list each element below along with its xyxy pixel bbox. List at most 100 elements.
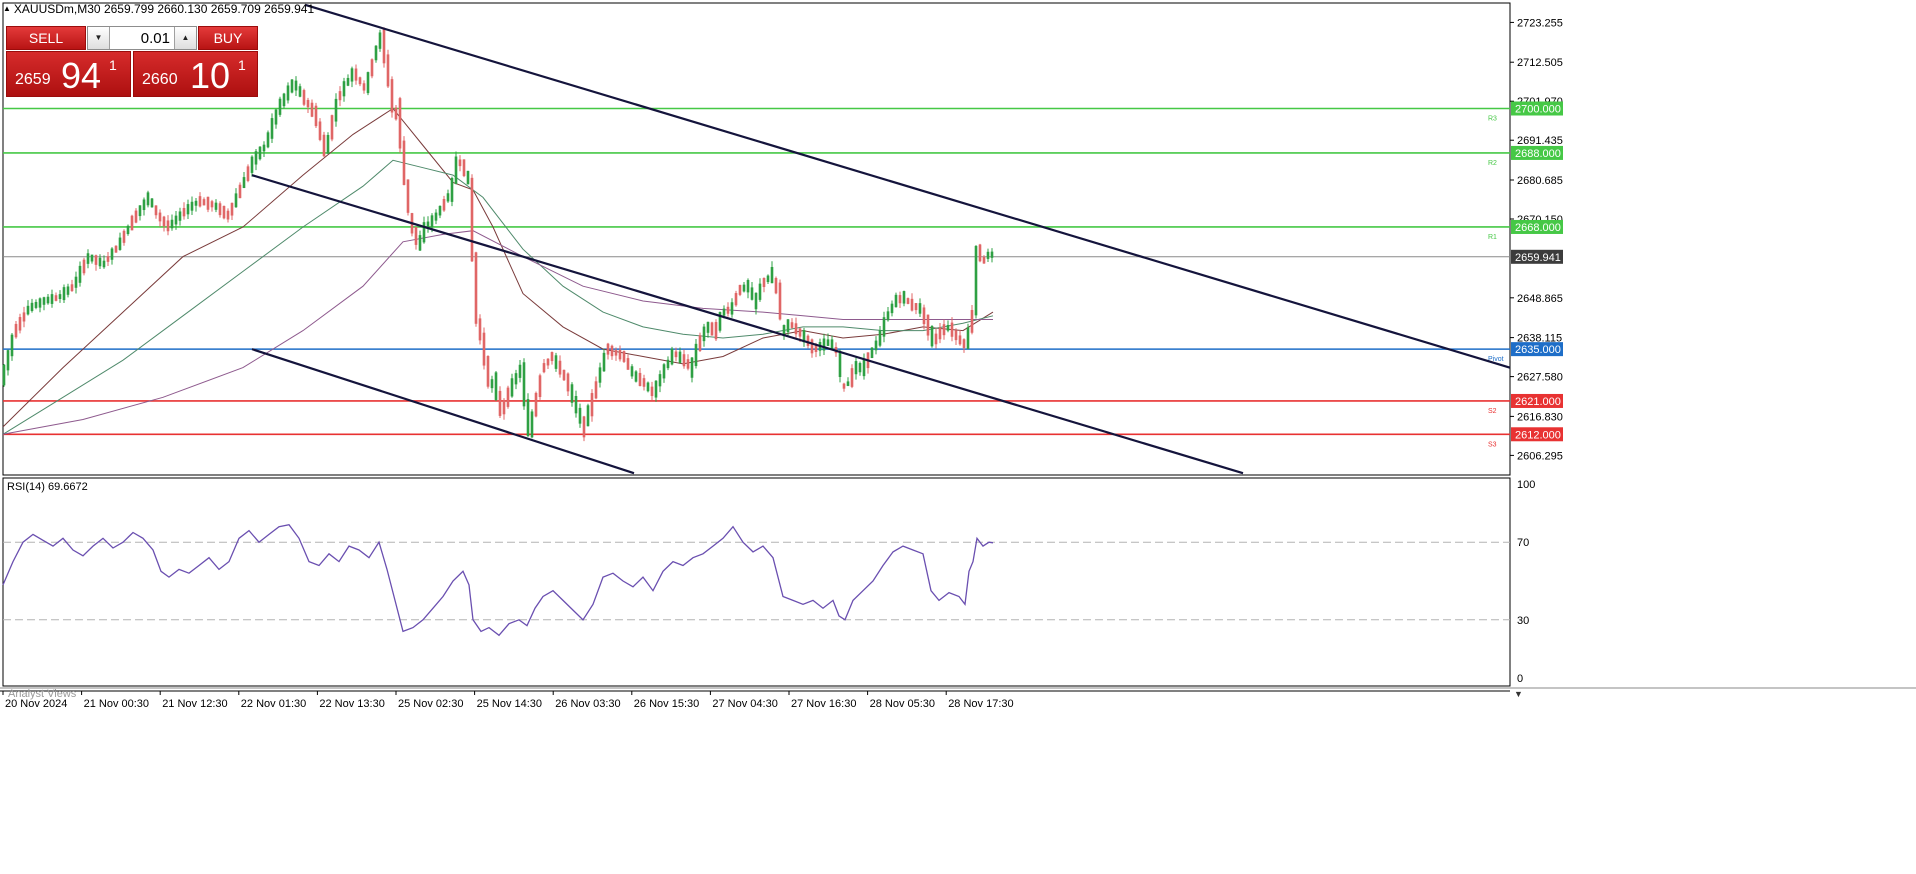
candle-body bbox=[946, 325, 950, 331]
candle-body bbox=[934, 333, 938, 345]
ask-price-box[interactable]: 2660 10 1 bbox=[133, 51, 258, 97]
candle-body bbox=[470, 177, 474, 262]
bid-price-box[interactable]: 2659 94 1 bbox=[6, 51, 131, 97]
level-price-label: 2668.000 bbox=[1515, 222, 1561, 234]
candle-body bbox=[374, 45, 378, 61]
candle-body bbox=[394, 107, 398, 120]
candle-body bbox=[590, 393, 594, 417]
candle-body bbox=[106, 256, 110, 262]
candle-body bbox=[882, 317, 886, 337]
candle-body bbox=[82, 259, 86, 274]
candle-body bbox=[838, 350, 842, 377]
candle-body bbox=[174, 215, 178, 225]
moving-average-line bbox=[2, 107, 994, 428]
candle-body bbox=[318, 121, 322, 140]
candle-body bbox=[90, 254, 94, 262]
candle-body bbox=[22, 312, 26, 322]
candle-body bbox=[878, 330, 882, 346]
candle-body bbox=[614, 350, 618, 356]
price-tick-label: 2691.435 bbox=[1517, 135, 1563, 147]
candle-body bbox=[70, 284, 74, 292]
candle-body bbox=[302, 90, 306, 105]
candle-body bbox=[606, 343, 610, 355]
candle-body bbox=[894, 294, 898, 308]
candle-body bbox=[234, 193, 238, 208]
buy-button[interactable]: BUY bbox=[198, 26, 258, 50]
candle-body bbox=[310, 102, 314, 117]
candle-body bbox=[826, 339, 830, 346]
lot-size-input[interactable] bbox=[110, 27, 174, 49]
triangle-down-icon[interactable]: ▼ bbox=[88, 27, 110, 49]
candle-body bbox=[822, 338, 826, 351]
trendlines bbox=[251, 3, 1511, 475]
candle-body bbox=[230, 202, 234, 216]
candle-body bbox=[526, 399, 530, 437]
candle-body bbox=[14, 323, 18, 338]
candle-body bbox=[542, 363, 546, 373]
candle-body bbox=[570, 384, 574, 403]
candle-body bbox=[558, 360, 562, 375]
triangle-up-icon[interactable]: ▲ bbox=[3, 2, 11, 16]
candle-body bbox=[806, 335, 810, 346]
triangle-up-icon[interactable]: ▲ bbox=[174, 27, 196, 49]
candle-body bbox=[182, 207, 186, 217]
rsi-line bbox=[2, 523, 994, 637]
candle-body bbox=[690, 357, 694, 378]
candle-body bbox=[414, 227, 418, 245]
trendline bbox=[304, 3, 1511, 369]
candle-body bbox=[330, 115, 334, 140]
candle-body bbox=[30, 302, 34, 312]
candle-body bbox=[370, 59, 374, 77]
candle-body bbox=[670, 348, 674, 365]
candle-body bbox=[450, 178, 454, 202]
ask-big-digits: 10 bbox=[190, 55, 231, 96]
candle-body bbox=[974, 245, 978, 316]
candle-body bbox=[962, 339, 966, 348]
candle-body bbox=[850, 368, 854, 387]
time-tick-label: 21 Nov 00:30 bbox=[84, 698, 149, 710]
candle-body bbox=[34, 301, 38, 308]
candle-body bbox=[754, 292, 758, 310]
candle-body bbox=[970, 309, 974, 333]
candle-body bbox=[378, 32, 382, 49]
candle-body bbox=[766, 275, 770, 283]
candle-body bbox=[430, 215, 434, 228]
candle-body bbox=[622, 351, 626, 362]
candle-body bbox=[714, 322, 718, 340]
candle-body bbox=[250, 156, 254, 173]
candle-body bbox=[746, 280, 750, 293]
candle-body bbox=[722, 308, 726, 316]
ask-last-digit: 1 bbox=[238, 57, 246, 73]
candle-body bbox=[282, 93, 286, 107]
sell-button[interactable]: SELL bbox=[6, 26, 86, 50]
candle-body bbox=[178, 211, 182, 221]
candle-body bbox=[170, 219, 174, 229]
candle-body bbox=[222, 205, 226, 219]
candle-body bbox=[346, 77, 350, 86]
candle-body bbox=[18, 317, 22, 331]
candle-body bbox=[186, 204, 190, 215]
candle-body bbox=[382, 29, 386, 64]
candle-body bbox=[910, 298, 914, 311]
candle-body bbox=[862, 359, 866, 377]
level-price-label: 2621.000 bbox=[1515, 396, 1561, 408]
candle-body bbox=[762, 277, 766, 288]
candle-body bbox=[46, 296, 50, 304]
candle-body bbox=[902, 291, 906, 304]
candle-body bbox=[858, 363, 862, 373]
candle-body bbox=[150, 198, 154, 208]
candle-body bbox=[706, 321, 710, 333]
candle-body bbox=[122, 230, 126, 243]
candle-body bbox=[42, 297, 46, 305]
candle-body bbox=[618, 350, 622, 360]
candle-body bbox=[522, 362, 526, 407]
candle-body bbox=[278, 98, 282, 115]
candle-body bbox=[6, 350, 10, 371]
candle-body bbox=[158, 212, 162, 222]
candle-body bbox=[710, 322, 714, 336]
candle-body bbox=[2, 364, 6, 386]
candle-body bbox=[906, 298, 910, 304]
candle-body bbox=[554, 355, 558, 369]
chart-canvas[interactable]: Analyst Views ▼ R3R2R1PivotS2S3 2723.2552… bbox=[0, 0, 1916, 874]
candle-body bbox=[350, 68, 354, 82]
